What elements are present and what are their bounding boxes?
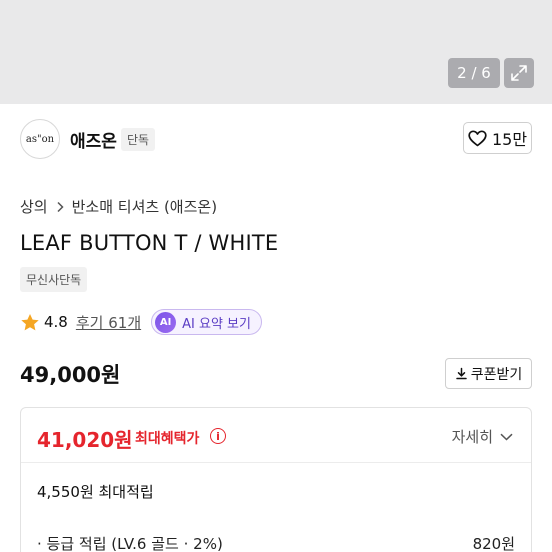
like-button[interactable]: 15만 [463, 122, 532, 154]
max-benefit-label: 최대혜택가 [135, 431, 200, 447]
image-counter: 2 / 6 [448, 58, 500, 88]
star-icon [21, 313, 39, 330]
benefit-detail-toggle[interactable]: 자세히 [452, 426, 513, 447]
info-icon[interactable]: i [210, 428, 226, 444]
chevron-right-icon [57, 201, 64, 212]
ai-summary-button[interactable]: AI AI 요약 보기 [151, 309, 262, 335]
detail-label: 자세히 [451, 428, 493, 446]
heart-icon [468, 129, 487, 146]
breadcrumb-subcategory[interactable]: 반소매 티셔츠 (애즈온) [72, 196, 217, 217]
product-title: LEAF BUTTON T / WHITE [20, 231, 279, 255]
brand-row: as"on 애즈온 단독 15만 [20, 119, 532, 159]
musinsa-exclusive-tag: 무신사단독 [20, 267, 88, 292]
brand-logo[interactable]: as"on [20, 119, 60, 159]
breadcrumb: 상의 반소매 티셔츠 (애즈온) [20, 196, 217, 217]
like-count: 15만 [491, 130, 528, 149]
breadcrumb-category[interactable]: 상의 [20, 196, 48, 217]
ai-summary-label: AI 요약 보기 [182, 316, 251, 332]
coupon-button[interactable]: 쿠폰받기 [445, 358, 532, 389]
original-price: 49,000원 [20, 363, 121, 387]
points-row-label: · 등급 적립 (LV.6 골드 · 2%) [37, 535, 223, 552]
brand-exclusive-tag: 단독 [121, 128, 156, 151]
ai-icon: AI [155, 311, 177, 333]
review-count-link[interactable]: 후기 61개 [76, 312, 141, 333]
max-points-total: 4,550원 최대적립 [37, 483, 154, 501]
download-icon [455, 367, 467, 380]
chevron-down-icon [500, 433, 513, 441]
benefit-header: 41,020원 최대혜택가 i 자세히 [21, 408, 531, 463]
brand-name[interactable]: 애즈온 [70, 127, 117, 152]
points-row-value: 820원 [472, 535, 515, 552]
points-row: · 등급 적립 (LV.6 골드 · 2%) 820원 [37, 533, 515, 552]
expand-icon [511, 65, 527, 81]
benefit-box: 41,020원 최대혜택가 i 자세히 4,550원 최대적립 · 등급 적립 … [20, 407, 532, 552]
expand-button[interactable] [504, 58, 534, 88]
rating-score: 4.8 [44, 313, 68, 331]
rating-row: 4.8 후기 61개 AI AI 요약 보기 [20, 309, 262, 335]
coupon-label: 쿠폰받기 [470, 366, 523, 383]
product-image-gallery[interactable]: 2 / 6 [0, 0, 552, 104]
max-benefit-price: 41,020원 [37, 428, 133, 452]
